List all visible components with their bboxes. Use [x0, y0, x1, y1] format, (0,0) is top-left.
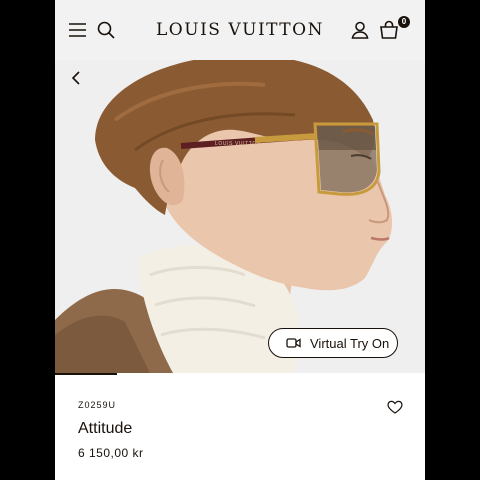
video-camera-icon [286, 338, 301, 348]
menu-button[interactable] [66, 18, 90, 42]
wishlist-button[interactable] [386, 398, 404, 416]
product-image: LOUIS VUITTON Virtual Try On [55, 60, 425, 373]
account-icon [351, 21, 369, 39]
app-screen: LOUIS VUITTON 0 LOUIS VUITTON Virtual Tr… [55, 0, 425, 480]
temple-engraving: LOUIS VUITTON [215, 141, 261, 147]
search-button[interactable] [94, 18, 118, 42]
model-with-sunglasses-illustration: LOUIS VUITTON [55, 60, 425, 373]
menu-icon [69, 23, 86, 37]
product-sku: Z0259U [78, 400, 117, 410]
bag-count-badge: 0 [398, 16, 410, 28]
image-carousel-indicator [55, 373, 117, 375]
account-button[interactable] [348, 18, 372, 42]
virtual-try-on-label: Virtual Try On [310, 335, 390, 351]
virtual-try-on-button[interactable]: Virtual Try On [268, 328, 398, 358]
search-icon [97, 21, 115, 39]
back-button[interactable] [67, 68, 87, 88]
heart-icon [387, 400, 403, 414]
brand-logo[interactable]: LOUIS VUITTON [155, 18, 325, 42]
header: LOUIS VUITTON 0 [55, 0, 425, 60]
product-name: Attitude [78, 420, 133, 437]
product-price: 6 150,00 kr [78, 446, 144, 460]
back-icon [71, 71, 80, 85]
